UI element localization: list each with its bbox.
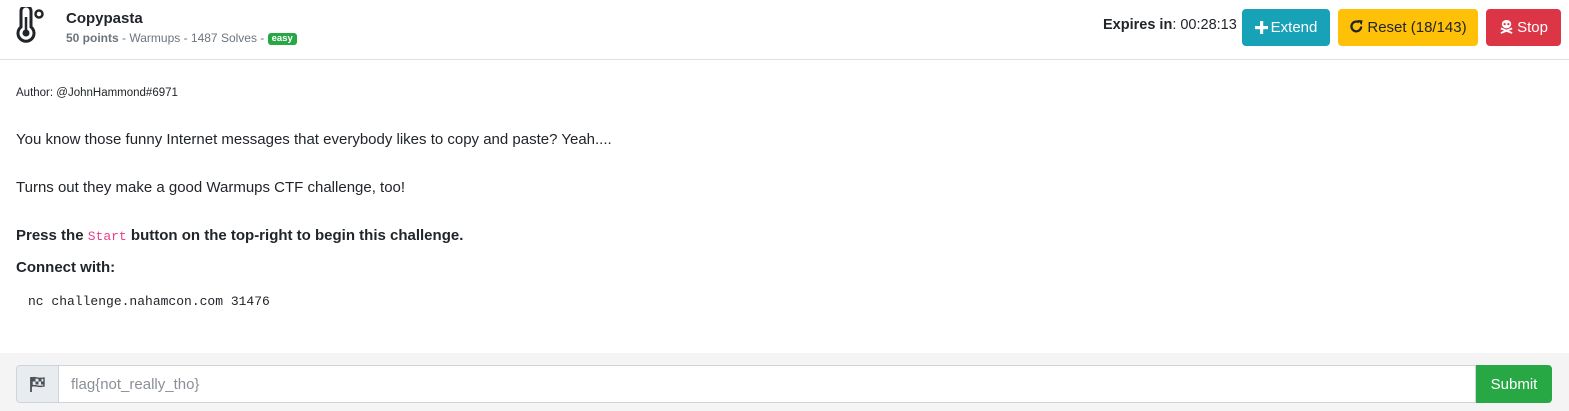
reset-button-label: Reset (18/143) bbox=[1367, 19, 1467, 36]
challenge-meta-text: - Warmups - 1487 Solves - bbox=[118, 31, 268, 45]
reset-button[interactable]: Reset (18/143) bbox=[1338, 9, 1478, 46]
difficulty-badge: easy bbox=[267, 33, 297, 45]
challenge-title: Copypasta bbox=[66, 10, 143, 27]
connect-command: nc challenge.nahamcon.com 31476 bbox=[28, 294, 270, 309]
plus-icon bbox=[1254, 21, 1268, 34]
challenge-meta: 50 points - Warmups - 1487 Solves - easy bbox=[66, 31, 297, 45]
description-paragraph: You know those funny Internet messages t… bbox=[16, 131, 612, 148]
flag-input-prepend bbox=[16, 365, 58, 403]
connect-label: Connect with: bbox=[16, 259, 116, 276]
start-inline-code: Start bbox=[87, 229, 127, 244]
flag-input[interactable] bbox=[58, 365, 1476, 403]
author-line: Author: @JohnHammond#6971 bbox=[16, 87, 178, 99]
extend-button[interactable]: Extend bbox=[1242, 9, 1330, 46]
flag-checkered-icon bbox=[30, 376, 45, 392]
thermometer-icon bbox=[16, 7, 44, 43]
start-instruction: Press the Start button on the top-right … bbox=[16, 227, 463, 244]
skull-crossbones-icon bbox=[1500, 19, 1513, 34]
start-instruction-suffix: button on the top-right to begin this ch… bbox=[126, 227, 464, 244]
expires-label: Expires in bbox=[1103, 17, 1173, 33]
stop-button-label: Stop bbox=[1517, 19, 1548, 36]
challenge-header: Copypasta 50 points - Warmups - 1487 Sol… bbox=[0, 0, 1569, 60]
redo-icon bbox=[1350, 19, 1363, 33]
extend-button-label: Extend bbox=[1270, 19, 1318, 36]
challenge-title-block: Copypasta 50 points - Warmups - 1487 Sol… bbox=[66, 10, 297, 45]
description-paragraph: Turns out they make a good Warmups CTF c… bbox=[16, 179, 406, 196]
start-instruction-prefix: Press the bbox=[16, 227, 88, 244]
flag-input-group: Submit bbox=[16, 365, 1552, 403]
expires-value: : 00:28:13 bbox=[1172, 17, 1237, 33]
submit-button[interactable]: Submit bbox=[1476, 365, 1552, 403]
flag-submission-bar: Submit bbox=[0, 353, 1569, 411]
expires-timer: Expires in: 00:28:13 bbox=[1103, 17, 1237, 33]
stop-button[interactable]: Stop bbox=[1486, 9, 1561, 46]
challenge-points: 50 points bbox=[66, 31, 119, 45]
